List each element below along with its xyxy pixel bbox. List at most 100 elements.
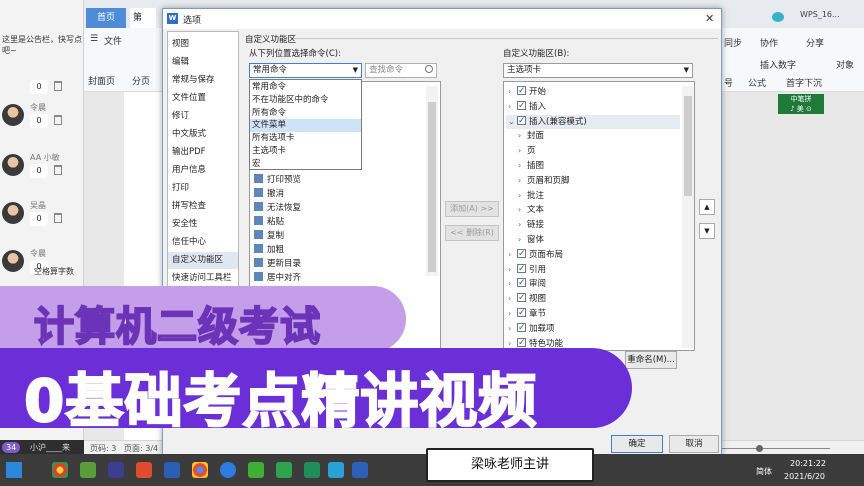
- command-source-select[interactable]: 常用命令 ▼: [249, 63, 362, 78]
- dropdown-option[interactable]: 不在功能区中的命令: [250, 94, 361, 107]
- chevron-right-icon[interactable]: ›: [508, 85, 517, 99]
- word-icon[interactable]: [352, 462, 368, 478]
- tree-checkbox[interactable]: [517, 247, 526, 261]
- tree-checkbox[interactable]: [517, 276, 526, 290]
- trash-icon[interactable]: [54, 165, 62, 175]
- object-button[interactable]: 对象: [836, 58, 854, 71]
- nav-item[interactable]: 自定义功能区: [168, 252, 238, 269]
- tree-item[interactable]: › 批注: [506, 189, 680, 203]
- rename-button[interactable]: 重命名(M)...: [625, 351, 677, 369]
- nav-item[interactable]: 修订: [168, 108, 238, 125]
- ok-button[interactable]: 确定: [611, 435, 663, 453]
- tree-checkbox[interactable]: [517, 84, 526, 98]
- formula-button[interactable]: 公式: [748, 76, 766, 89]
- chrome-icon[interactable]: [192, 462, 208, 478]
- tree-checkbox[interactable]: [517, 262, 526, 276]
- list-item[interactable]: 撤消: [254, 188, 284, 200]
- remove-button[interactable]: << 删除(R): [445, 225, 499, 241]
- chevron-right-icon[interactable]: ›: [508, 292, 517, 306]
- dropdown-option[interactable]: 常用命令: [250, 81, 361, 94]
- tree-item[interactable]: › 视图: [506, 291, 680, 306]
- dropdown-option[interactable]: 宏: [250, 158, 361, 171]
- tree-checkbox[interactable]: [517, 306, 526, 320]
- nav-item[interactable]: 信任中心: [168, 234, 238, 251]
- tree-checkbox[interactable]: [517, 321, 526, 335]
- tree-item[interactable]: › 页面布局: [506, 247, 680, 262]
- nav-item[interactable]: 中文版式: [168, 126, 238, 143]
- chevron-right-icon[interactable]: ›: [508, 277, 517, 291]
- tree-checkbox[interactable]: [517, 336, 526, 350]
- audition-icon[interactable]: [164, 462, 180, 478]
- chevron-right-icon[interactable]: ›: [518, 159, 527, 173]
- nav-item[interactable]: 打印: [168, 180, 238, 197]
- app-icon[interactable]: [328, 462, 344, 478]
- move-up-button[interactable]: ▲: [699, 199, 715, 215]
- tree-item[interactable]: › 加载项: [506, 321, 680, 336]
- chevron-right-icon[interactable]: ›: [508, 322, 517, 336]
- tab-home[interactable]: 首页: [86, 8, 126, 28]
- tab-document[interactable]: 第: [130, 8, 156, 28]
- tree-item[interactable]: › 开始: [506, 84, 680, 99]
- insert-number-button[interactable]: 插入数字: [760, 58, 796, 71]
- trash-icon[interactable]: [54, 213, 62, 223]
- kugou-icon[interactable]: [220, 462, 236, 478]
- list-item[interactable]: 打印预览: [254, 174, 301, 186]
- dropdown-option[interactable]: 所有命令: [250, 107, 361, 120]
- list-item[interactable]: 粘贴: [254, 216, 284, 228]
- tree-item[interactable]: › 引用: [506, 262, 680, 277]
- chrome-like-icon[interactable]: [52, 462, 68, 478]
- tree-checkbox[interactable]: [517, 114, 526, 128]
- nav-item[interactable]: 常规与保存: [168, 72, 238, 89]
- nav-item[interactable]: 编辑: [168, 54, 238, 71]
- add-button[interactable]: 添加(A) >>: [445, 201, 499, 217]
- num-button[interactable]: 号: [724, 76, 733, 89]
- zoom-slider[interactable]: [720, 448, 830, 449]
- scrollbar-thumb[interactable]: [428, 102, 436, 272]
- menu-icon[interactable]: ☰: [90, 34, 98, 44]
- nav-item[interactable]: 文件位置: [168, 90, 238, 107]
- cancel-button[interactable]: 取消: [669, 435, 719, 453]
- nav-item[interactable]: 快速访问工具栏: [168, 270, 238, 287]
- chevron-right-icon[interactable]: ›: [518, 203, 527, 217]
- list-item[interactable]: 加粗: [254, 244, 284, 256]
- clock-date[interactable]: 2021/6/20: [784, 472, 825, 481]
- tree-item[interactable]: › 封面: [506, 129, 680, 143]
- tab-wps-file[interactable]: WPS_16...: [800, 10, 840, 19]
- tree-item[interactable]: ⌄ 插入(兼容模式): [506, 114, 680, 129]
- chevron-right-icon[interactable]: ›: [508, 100, 517, 114]
- tree-item[interactable]: › 审阅: [506, 276, 680, 291]
- list-item[interactable]: 无法恢复: [254, 202, 301, 214]
- chat-row[interactable]: 吴晶 0: [0, 198, 84, 240]
- scrollbar-thumb[interactable]: [684, 96, 692, 196]
- trash-icon[interactable]: [54, 81, 62, 91]
- chat-row[interactable]: 令晨 0: [0, 100, 84, 142]
- list-item[interactable]: 更新目录: [254, 258, 301, 270]
- dropdown-option[interactable]: 所有选项卡: [250, 132, 361, 145]
- tree-item[interactable]: › 链接: [506, 218, 680, 232]
- trash-icon[interactable]: [54, 115, 62, 125]
- windows-start-icon[interactable]: [6, 462, 22, 478]
- chat-row[interactable]: AA 小敏 0: [0, 150, 84, 192]
- app-icon[interactable]: [80, 462, 96, 478]
- dropdown-option[interactable]: 文件菜单: [250, 119, 361, 132]
- drop-cap-button[interactable]: 首字下沉: [786, 76, 822, 89]
- chevron-right-icon[interactable]: ›: [518, 189, 527, 203]
- share-button[interactable]: 分享: [806, 36, 824, 49]
- list-item[interactable]: 居中对齐: [254, 272, 301, 284]
- app-icon[interactable]: [108, 462, 124, 478]
- chevron-right-icon[interactable]: ›: [518, 218, 527, 232]
- chevron-right-icon[interactable]: ›: [508, 263, 517, 277]
- nav-item[interactable]: 安全性: [168, 216, 238, 233]
- file-menu-button[interactable]: 文件: [104, 34, 122, 47]
- clock-time[interactable]: 20:21:22: [790, 459, 826, 468]
- page-cover-button[interactable]: 封面页: [88, 74, 115, 87]
- dropdown-option[interactable]: 主选项卡: [250, 145, 361, 158]
- ime-language[interactable]: 简体: [756, 466, 772, 477]
- nav-item[interactable]: 用户信息: [168, 162, 238, 179]
- camtasia-icon[interactable]: [136, 462, 152, 478]
- tree-item[interactable]: › 页: [506, 144, 680, 158]
- list-scrollbar[interactable]: [426, 86, 438, 276]
- collab-button[interactable]: 协作: [760, 36, 778, 49]
- tree-item[interactable]: › 章节: [506, 306, 680, 321]
- chevron-right-icon[interactable]: ›: [518, 174, 527, 188]
